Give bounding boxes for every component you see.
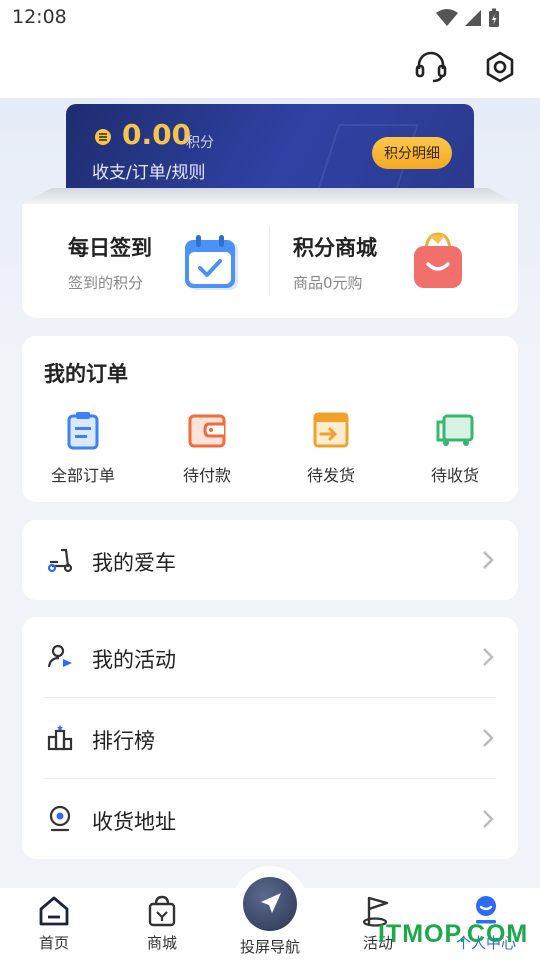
package-out-icon [313,412,349,448]
coin-icon [95,129,111,145]
tab-mall[interactable]: 商城 [122,894,202,953]
wallet-icon [188,414,226,448]
menu-item-my-activities[interactable]: 我的活动 [22,617,518,697]
signal-icon [465,10,481,26]
menu-item-address[interactable]: 收货地址 [22,779,518,859]
settings-icon[interactable] [483,50,517,84]
order-pending-shipment-label: 待发货 [306,466,355,485]
points-mall-title: 积分商城 [293,236,377,260]
tab-mall-label: 商城 [146,934,177,952]
menu-card: 我的活动 排行榜 收货地址 [22,617,518,859]
status-bar: 12:08 [0,0,540,36]
status-icons [436,8,500,28]
order-pending-receipt[interactable]: 待收货 [405,410,505,486]
points-unit: 积分 [186,135,214,151]
wifi-icon [436,9,458,26]
truck-icon [436,414,474,446]
battery-icon [489,8,499,27]
tab-home[interactable]: 首页 [14,894,94,953]
menu-label-my-activities: 我的活动 [92,648,176,672]
navigation-arrow-icon [261,893,281,913]
chevron-right-icon [483,810,494,828]
menu-item-my-car[interactable]: 我的爱车 [22,520,518,600]
points-detail-button[interactable]: 积分明细 [372,137,452,169]
shopping-bag-icon [414,232,462,288]
feature-divider [269,226,270,296]
points-mall[interactable]: 积分商城 商品0元购 [293,232,377,293]
shopping-basket-icon [148,895,176,927]
daily-checkin-title: 每日签到 [68,236,152,260]
user-flag-icon [47,644,72,668]
watermark: ITMOP.COM [378,920,529,948]
customer-service-icon[interactable] [414,50,448,84]
leaderboard-icon [47,725,73,751]
chevron-right-icon [483,729,494,747]
order-all[interactable]: 全部订单 [33,410,133,486]
order-pending-shipment[interactable]: 待发货 [281,410,381,486]
chevron-right-icon [483,551,494,569]
my-car-card: 我的爱车 [22,520,518,600]
daily-checkin-subtitle: 签到的积分 [68,274,144,292]
clipboard-icon [67,412,99,450]
points-links[interactable]: 收支/订单/规则 [92,158,205,183]
menu-item-leaderboard[interactable]: 排行榜 [22,698,518,778]
status-time: 12:08 [12,6,67,28]
tab-home-label: 首页 [38,934,69,952]
menu-label-my-car: 我的爱车 [92,551,176,575]
card-tray [22,188,518,204]
daily-checkin[interactable]: 每日签到 签到的积分 [68,232,152,293]
order-pending-payment[interactable]: 待付款 [157,410,257,486]
home-icon [39,896,69,926]
chevron-right-icon [483,648,494,666]
orders-card: 我的订单 全部订单 待付款 待发货 待收货 [22,336,518,502]
screen-navigation-button[interactable] [243,877,297,931]
feature-card: 每日签到 签到的积分 积分商城 商品0元购 [22,204,518,318]
points-value: 0.00 [122,118,192,151]
order-pending-receipt-label: 待收货 [430,466,479,485]
points-mall-subtitle: 商品0元购 [293,274,363,292]
orders-title: 我的订单 [44,362,128,386]
calendar-check-icon [185,235,238,290]
top-header [0,36,540,98]
menu-label-address: 收货地址 [92,810,176,834]
menu-label-leaderboard: 排行榜 [92,729,155,753]
tab-navigation-label[interactable]: 投屏导航 [230,936,310,957]
scooter-icon [47,548,73,573]
order-pending-payment-label: 待付款 [182,466,231,485]
order-all-label: 全部订单 [50,466,115,485]
location-pin-icon [49,805,71,832]
